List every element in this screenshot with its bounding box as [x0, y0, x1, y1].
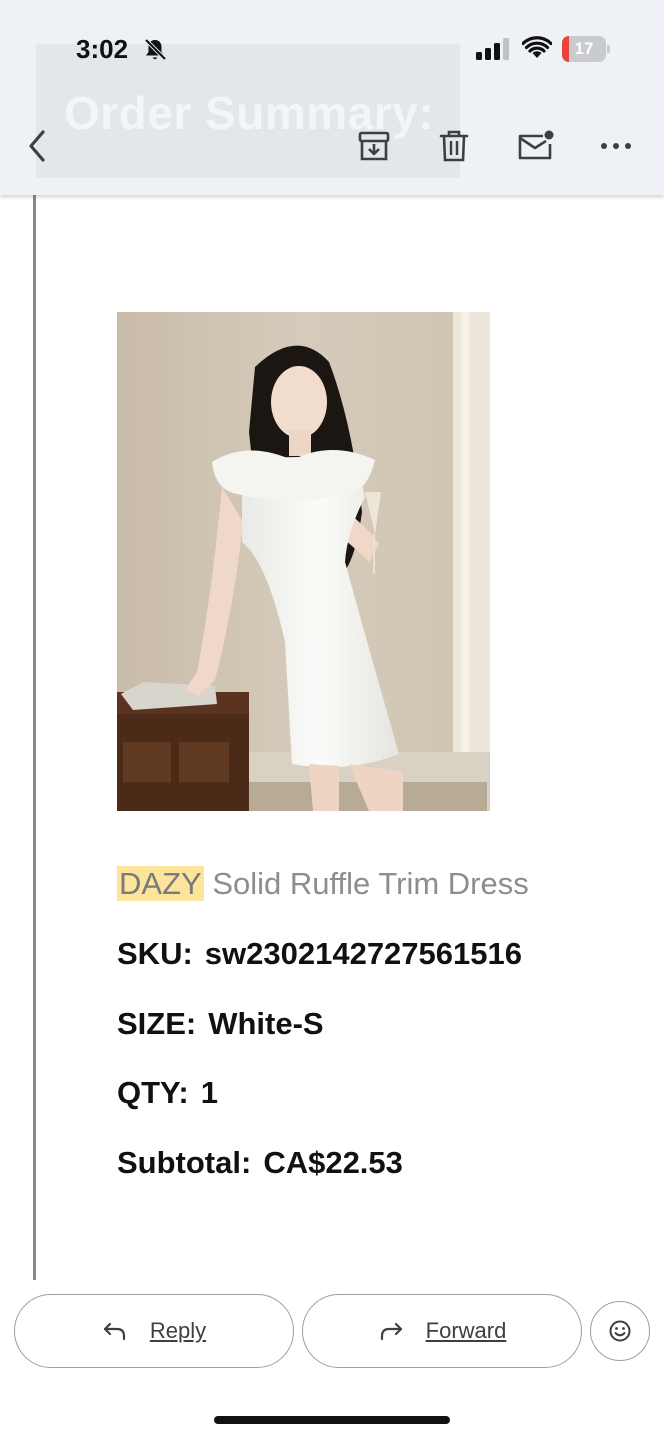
- subtotal-value: CA$22.53: [263, 1145, 403, 1180]
- battery-body: 17: [562, 36, 606, 62]
- email-screen: Order Summary: 3:02 17 DAZY Solid Ruffle…: [0, 0, 664, 1440]
- sku-label: SKU:: [117, 936, 193, 971]
- subtotal-label: Subtotal:: [117, 1145, 252, 1180]
- back-icon: [29, 130, 45, 162]
- product-name: Solid Ruffle Trim Dress: [212, 866, 529, 901]
- battery-icon: 17: [562, 36, 610, 62]
- status-time: 3:02: [76, 34, 129, 64]
- email-header: Order Summary: 3:02 17: [0, 0, 664, 195]
- quote-bar: [33, 195, 36, 1280]
- mark-unread-icon: [518, 130, 554, 160]
- battery-level: 17: [574, 39, 594, 58]
- product-image[interactable]: [117, 312, 490, 811]
- forward-label: Forward: [425, 1318, 507, 1343]
- more-icon: [601, 143, 631, 149]
- sku-value: sw2302142727561516: [204, 936, 522, 971]
- back-button[interactable]: [16, 124, 60, 168]
- emoji-reaction-button[interactable]: [590, 1301, 650, 1361]
- mark-unread-button[interactable]: [514, 124, 558, 168]
- size-line: SIZE: White-S: [117, 1006, 324, 1042]
- size-value: White-S: [208, 1006, 324, 1041]
- size-label: SIZE:: [117, 1006, 197, 1041]
- trash-icon: [439, 130, 469, 162]
- qty-value: 1: [200, 1075, 218, 1110]
- qty-line: QTY: 1: [117, 1075, 218, 1111]
- archive-button[interactable]: [352, 124, 396, 168]
- cellular-signal-icon: [476, 38, 509, 60]
- bell-slash-icon: [144, 38, 167, 61]
- sku-line: SKU: sw2302142727561516: [117, 936, 522, 972]
- subtotal-line: Subtotal: CA$22.53: [117, 1145, 403, 1181]
- more-options-button[interactable]: [594, 124, 638, 168]
- forward-button[interactable]: Forward: [302, 1294, 582, 1368]
- battery-cap: [607, 45, 610, 53]
- brand-highlight: DAZY: [117, 866, 204, 901]
- archive-icon: [358, 131, 390, 161]
- status-bar: 3:02 17: [0, 0, 664, 80]
- home-indicator[interactable]: [214, 1416, 450, 1424]
- product-photo: [117, 312, 490, 811]
- forward-icon: [380, 1322, 402, 1341]
- delete-button[interactable]: [432, 124, 476, 168]
- reply-icon: [103, 1322, 125, 1341]
- reply-label: Reply: [149, 1318, 207, 1343]
- reply-button[interactable]: Reply: [14, 1294, 294, 1368]
- product-title[interactable]: DAZY Solid Ruffle Trim Dress: [117, 866, 529, 902]
- wifi-icon: [522, 36, 552, 58]
- smiley-icon: [609, 1320, 631, 1342]
- qty-label: QTY:: [117, 1075, 189, 1110]
